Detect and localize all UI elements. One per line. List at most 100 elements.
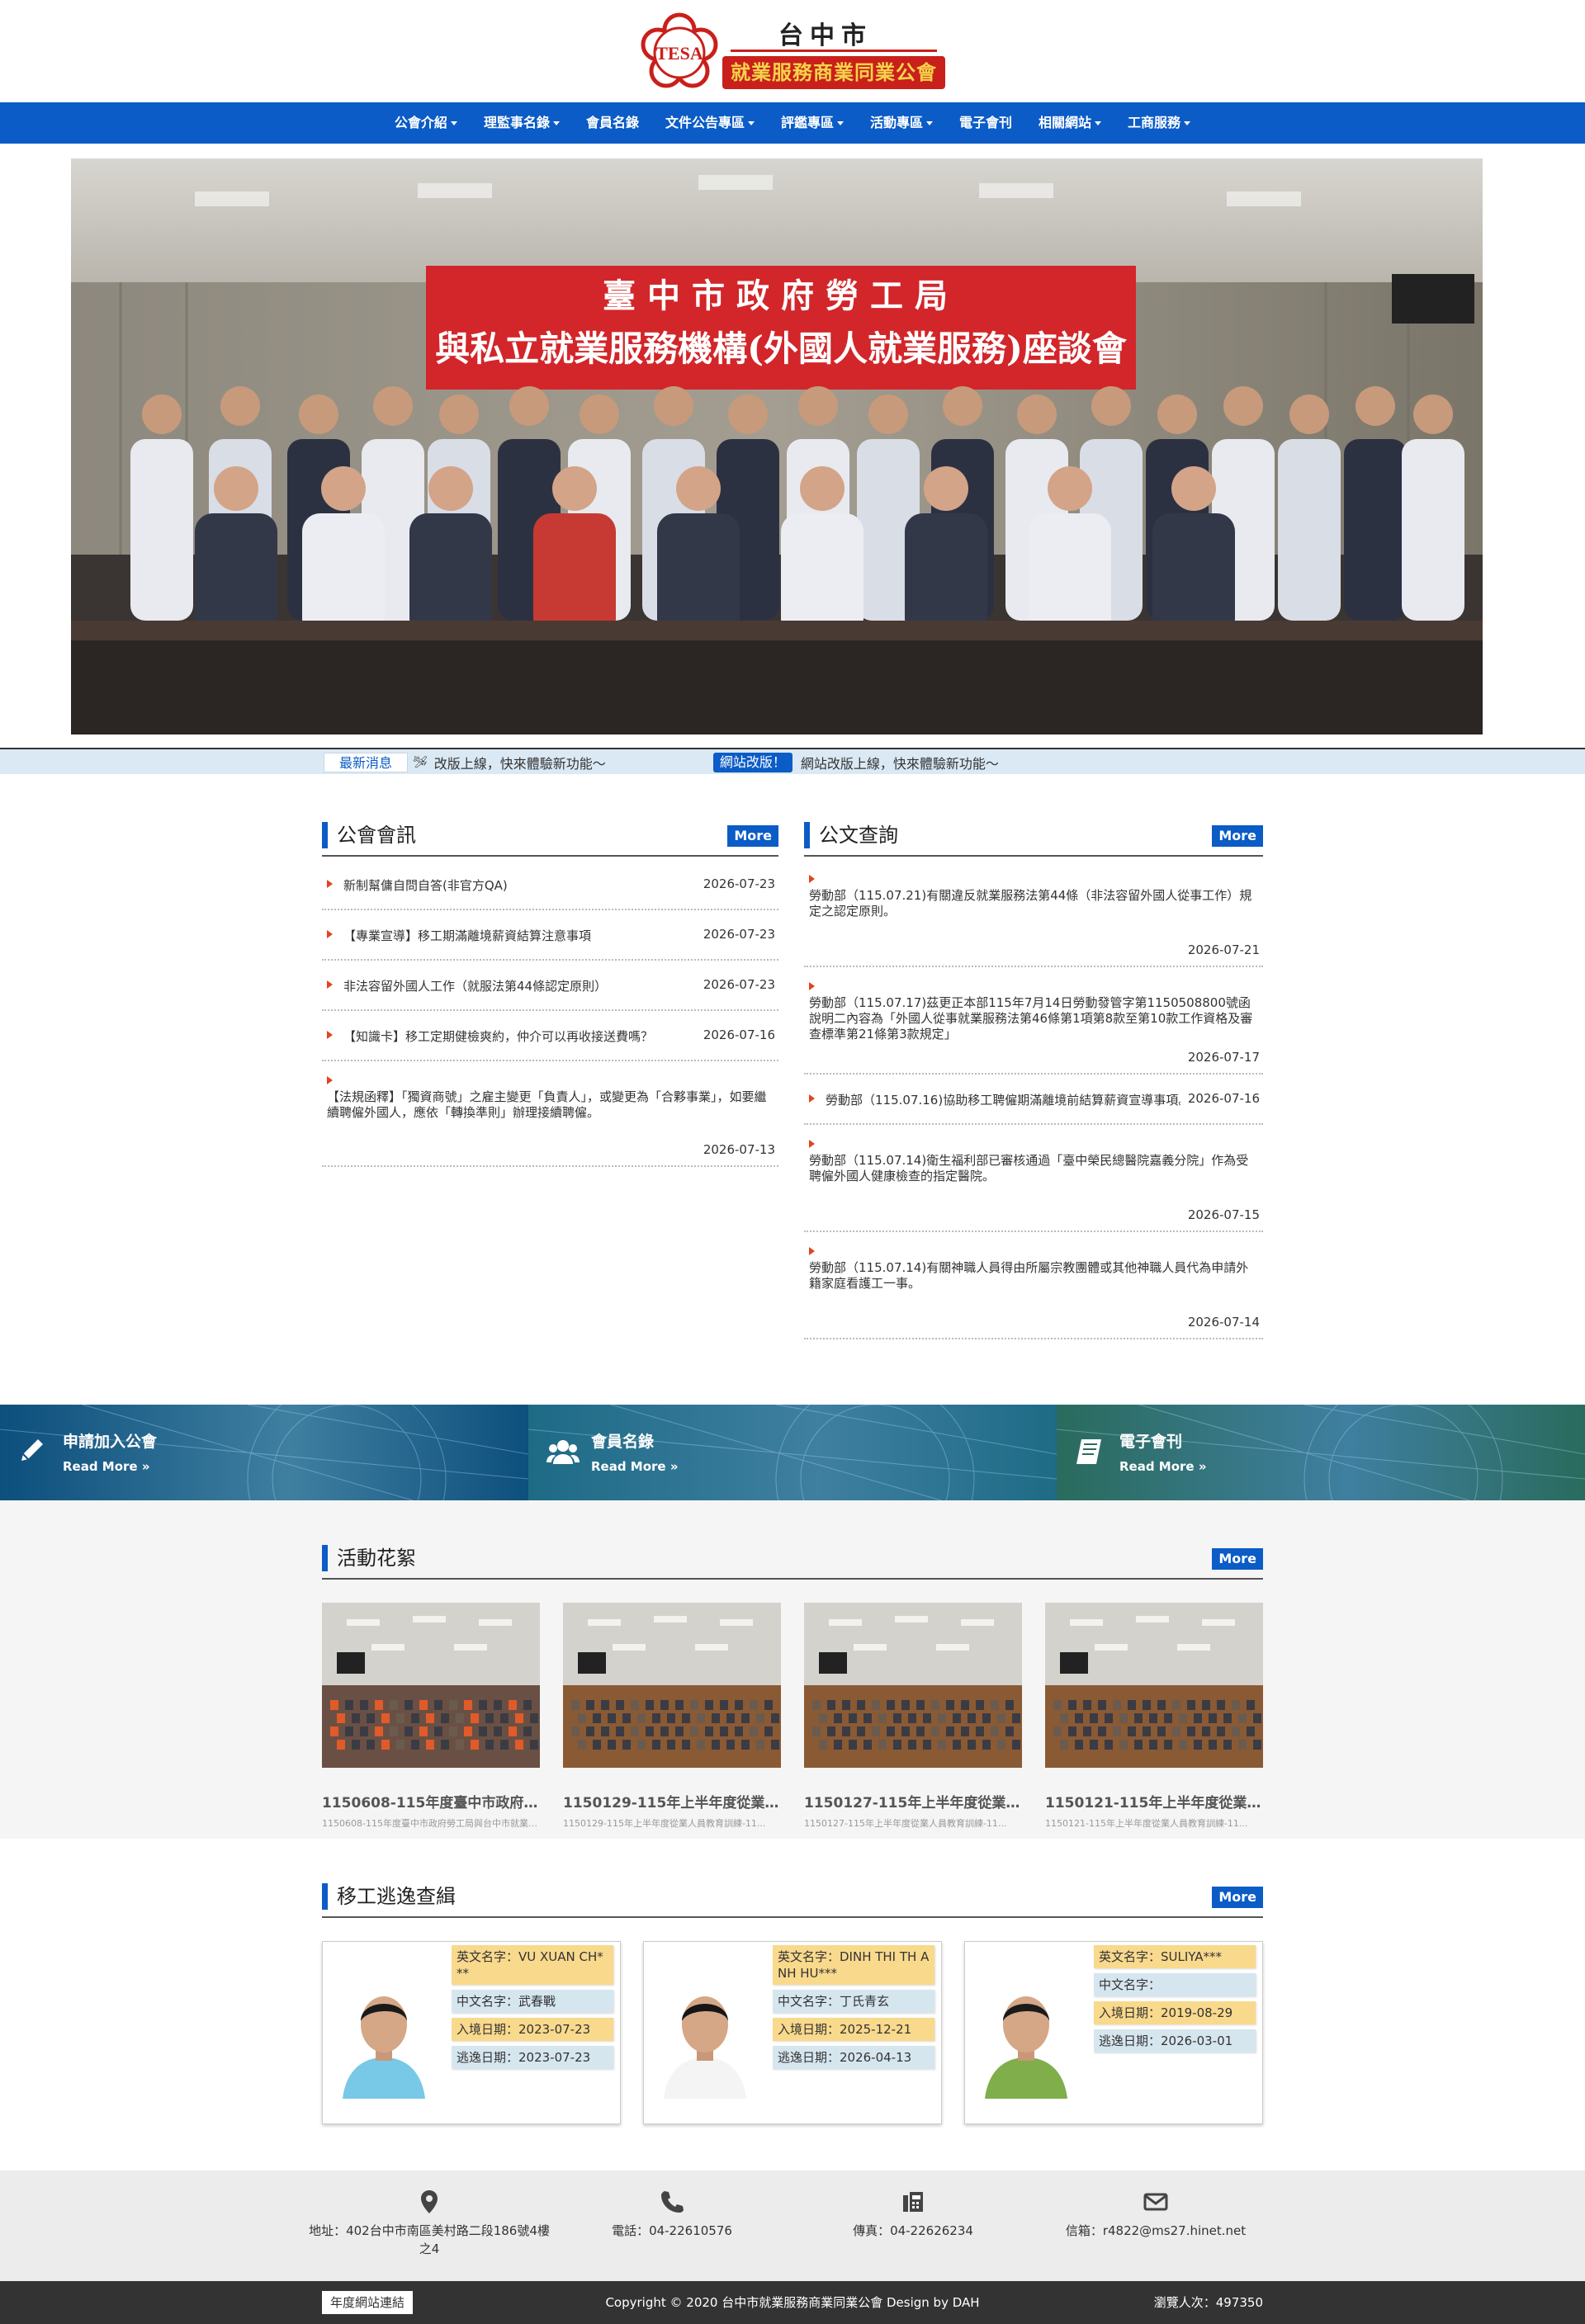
feature-read-more[interactable]: Read More »	[1119, 1459, 1207, 1474]
pencil-icon	[21, 1439, 43, 1461]
gallery-photo[interactable]	[563, 1603, 781, 1768]
person-head	[798, 386, 838, 426]
union-news-more-button[interactable]: More	[727, 825, 778, 847]
feature-tile-0[interactable]: 申請加入公會 Read More »	[0, 1405, 528, 1500]
nav-item-8[interactable]: 工商服務	[1114, 102, 1204, 144]
ticker-label: 最新消息	[324, 753, 409, 772]
ticker-text[interactable]: 改版上線，快來體驗新功能～	[434, 753, 606, 772]
union-news-item[interactable]: 非法容留外國人工作（就服法第44條認定原則） 2026-07-23	[322, 961, 778, 1011]
news-item-text[interactable]: 勞動部（115.07.14)有關神職人員得由所屬宗教團體或其他神職人員代為申請外…	[809, 1260, 1258, 1292]
gallery-more-button[interactable]: More	[1212, 1548, 1263, 1570]
footer-email-text[interactable]: 信箱：r4822@ms27.hinet.net	[1066, 2223, 1246, 2238]
gallery-card-title[interactable]: 1150127-115年上半年度從業人員教育訓練	[804, 1791, 1022, 1811]
news-item-text[interactable]: 勞動部（115.07.14)衛生福利部已審核通過「臺中榮民總醫院嘉義分院」作為受…	[809, 1153, 1258, 1184]
nav-item-3[interactable]: 文件公告專區	[652, 102, 768, 144]
official-docs-item[interactable]: 勞動部（115.07.16)協助移工聘僱期滿離境前結算薪資宣導事項。 2026-0…	[804, 1075, 1263, 1125]
news-item-date: 2026-07-23	[703, 927, 775, 942]
footer-address: 地址：402台中市南區美村路二段186號4樓之4	[305, 2189, 553, 2258]
runaway-worker-card[interactable]: 英文名字：SULIYA*** 中文名字： 入境日期：2019-08-29 逃逸日期：2…	[964, 1941, 1263, 2124]
union-news-header: 公會會訊 More	[322, 822, 778, 857]
feature-tile-1[interactable]: 會員名錄 Read More »	[528, 1405, 1057, 1500]
official-docs-item[interactable]: 勞動部（115.07.14)有關神職人員得由所屬宗教團體或其他神職人員代為申請外…	[804, 1232, 1263, 1339]
gallery-card-subtitle: 1150127-115年上半年度從業人員教育訓練-11...	[804, 1818, 1007, 1829]
gallery-card-subtitle: 1150129-115年上半年度從業人員教育訓練-11...	[563, 1818, 766, 1829]
nav-item-6[interactable]: 電子會刊	[946, 102, 1025, 144]
gallery-card[interactable]: 1150129-115年上半年度從業人員教育訓練 1150129-115年上半年度…	[563, 1603, 781, 1829]
nav-item-5[interactable]: 活動專區	[857, 102, 946, 144]
person-head	[1171, 466, 1216, 511]
feature-read-more[interactable]: Read More »	[63, 1459, 150, 1474]
news-item-text[interactable]: 新制幫傭自問自答(非官方QA)	[343, 876, 696, 894]
news-item-text[interactable]: 【法規函釋】「獨資商號」之雇主變更「負責人」，或變更為「合夥事業」，如要繼續聘僱…	[327, 1089, 774, 1121]
gallery-card-subtitle: 1150121-115年上半年度從業人員教育訓練-11...	[1045, 1818, 1248, 1829]
runaway-more-button[interactable]: More	[1212, 1887, 1263, 1908]
news-item-text[interactable]: 【知識卡】移工定期健檢爽約，仲介可以再收接送費嗎？	[343, 1027, 696, 1045]
person-head	[373, 386, 413, 426]
hero-banner[interactable]: 臺中市政府勞工局 與私立就業服務機構(外國人就業服務)座談會	[71, 158, 1483, 735]
news-item-text[interactable]: 勞動部（115.07.21)有關違反就業服務法第44條（非法容留外國人從事工作）…	[809, 888, 1258, 919]
official-docs-more-button[interactable]: More	[1212, 825, 1263, 847]
worker-photo	[977, 1975, 1076, 2099]
news-item-date: 2026-07-23	[703, 977, 775, 992]
nav-item-7[interactable]: 相關網站	[1025, 102, 1114, 144]
annual-site-link-button[interactable]: 年度網站連結	[322, 2291, 414, 2314]
news-item-date: 2026-07-17	[1187, 1050, 1260, 1065]
logo-city: 台中市	[778, 21, 873, 50]
news-item-text[interactable]: 【專業宣導】移工期滿離境薪資結算注意事項	[343, 927, 696, 944]
person-head	[1091, 386, 1131, 426]
bullet-arrow-icon	[809, 1247, 815, 1255]
nav-item-1[interactable]: 理監事名錄	[471, 102, 573, 144]
gallery-photo[interactable]	[322, 1603, 540, 1768]
gallery-card-title[interactable]: 1150608-115年度臺中市政府勞工局與台中市就業服務商業同業公會	[322, 1791, 540, 1811]
feature-read-more[interactable]: Read More »	[591, 1459, 679, 1474]
official-docs-item[interactable]: 勞動部（115.07.14)衛生福利部已審核通過「臺中榮民總醫院嘉義分院」作為受…	[804, 1125, 1263, 1232]
union-news-list: 新制幫傭自問自答(非官方QA) 2026-07-23 【專業宣導】移工期滿離境薪資結…	[322, 860, 778, 1167]
news-item-date: 2026-07-21	[1187, 942, 1260, 957]
person-head	[800, 466, 845, 511]
union-news-item[interactable]: 新制幫傭自問自答(非官方QA) 2026-07-23	[322, 860, 778, 910]
site-logo[interactable]: TESA 台中市 就業服務商業同業公會	[640, 12, 945, 91]
ticker-text-2[interactable]: 網站改版上線，快來體驗新功能～	[801, 753, 999, 772]
union-news-item[interactable]: 【法規函釋】「獨資商號」之雇主變更「負責人」，或變更為「合夥事業」，如要繼續聘僱…	[322, 1061, 778, 1167]
union-news-title: 公會會訊	[337, 824, 416, 847]
worker-english-name: 英文名字：VU XUAN CH***	[452, 1945, 613, 1985]
nav-item-4[interactable]: 評鑑專區	[768, 102, 857, 144]
footer-copyright: Copyright © 2020 台中市就業服務商業同業公會 Design by…	[605, 2295, 980, 2310]
nav-item-2[interactable]: 會員名錄	[573, 102, 652, 144]
news-item-text[interactable]: 勞動部（115.07.16)協助移工聘僱期滿離境前結算薪資宣導事項。	[826, 1091, 1180, 1108]
runaway-worker-card[interactable]: 英文名字：DINH THI TH ANH HU*** 中文名字：丁氏青玄 入境日期：…	[643, 1941, 942, 2124]
person-head	[299, 394, 338, 434]
nav-item-0[interactable]: 公會介紹	[381, 102, 471, 144]
union-news-item[interactable]: 【專業宣導】移工期滿離境薪資結算注意事項 2026-07-23	[322, 910, 778, 961]
official-docs-item[interactable]: 勞動部（115.07.21)有關違反就業服務法第44條（非法容留外國人從事工作）…	[804, 860, 1263, 967]
person-body	[130, 439, 193, 621]
gallery-card-title[interactable]: 1150121-115年上半年度從業人員教育訓練	[1045, 1791, 1263, 1811]
gallery-card[interactable]: 1150608-115年度臺中市政府勞工局與台中市就業服務商業同業公會 11506…	[322, 1603, 540, 1829]
gallery-photo[interactable]	[804, 1603, 1022, 1768]
person-head	[676, 466, 721, 511]
caret-down-icon	[1184, 121, 1191, 125]
union-news-item[interactable]: 【知識卡】移工定期健檢爽約，仲介可以再收接送費嗎？ 2026-07-16	[322, 1011, 778, 1061]
users-icon	[546, 1440, 580, 1464]
person-head	[214, 466, 258, 511]
news-item-text[interactable]: 非法容留外國人工作（就服法第44條認定原則）	[343, 977, 696, 994]
site-header: TESA 台中市 就業服務商業同業公會	[0, 0, 1585, 102]
nav-item-label: 工商服務	[1128, 115, 1181, 130]
news-item-text[interactable]: 勞動部（115.07.17)茲更正本部115年7月14日勞動發管字第115050…	[809, 995, 1258, 1042]
gallery-card[interactable]: 1150127-115年上半年度從業人員教育訓練 1150127-115年上半年度…	[804, 1603, 1022, 1829]
gallery-title: 活動花絮	[337, 1547, 416, 1570]
feature-title: 會員名錄	[591, 1433, 655, 1451]
feature-tile-2[interactable]: 電子會刊 Read More »	[1057, 1405, 1585, 1500]
worker-chinese-name: 中文名字：	[1094, 1973, 1256, 1996]
gallery-card-title[interactable]: 1150129-115年上半年度從業人員教育訓練	[563, 1791, 781, 1811]
gallery-card[interactable]: 1150121-115年上半年度從業人員教育訓練 1150121-115年上半年度…	[1045, 1603, 1263, 1829]
worker-english-name: 英文名字：DINH THI TH ANH HU***	[773, 1945, 934, 1985]
feature-strip: 申請加入公會 Read More » 會員名錄 Read More » 電子會刊 Read…	[0, 1405, 1585, 1500]
official-docs-item[interactable]: 勞動部（115.07.17)茲更正本部115年7月14日勞動發管字第115050…	[804, 967, 1263, 1075]
footer-phone-text[interactable]: 電話：04-22610576	[612, 2223, 732, 2238]
gallery-photo[interactable]	[1045, 1603, 1263, 1768]
nav-item-label: 理監事名錄	[483, 115, 550, 130]
runaway-worker-card[interactable]: 英文名字：VU XUAN CH*** 中文名字：武春戰 入境日期：2023-07-2…	[322, 1941, 621, 2124]
person-body	[533, 513, 616, 637]
worker-fields: 英文名字：VU XUAN CH*** 中文名字：武春戰 入境日期：2023-07-2…	[452, 1945, 613, 2074]
